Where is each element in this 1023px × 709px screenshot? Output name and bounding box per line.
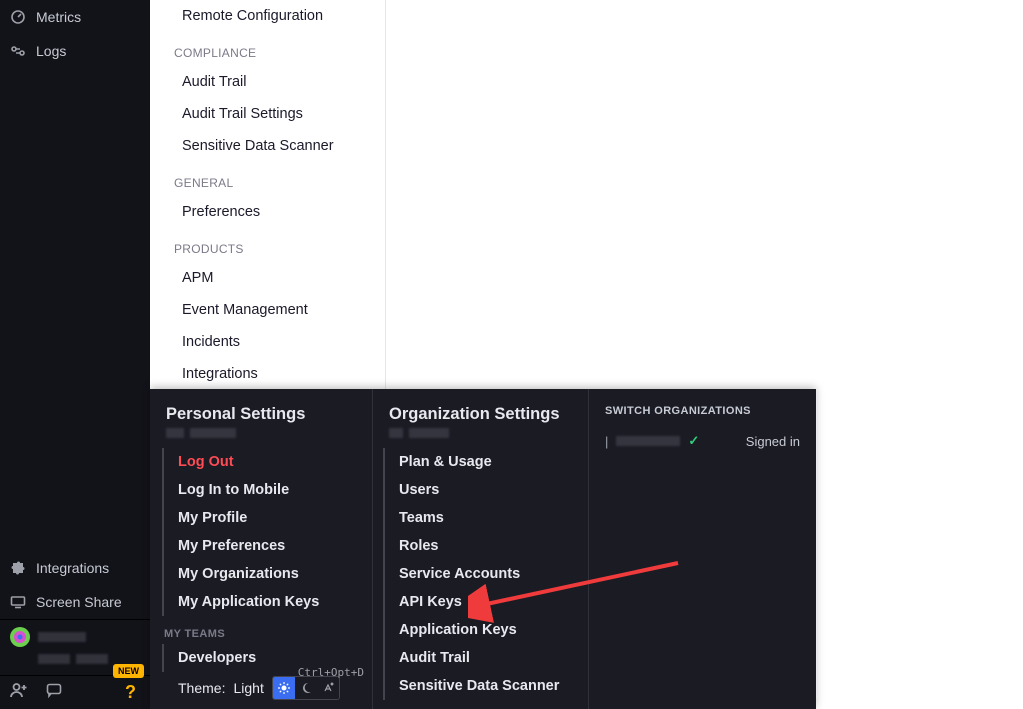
redacted-subtitle <box>373 428 588 448</box>
sidebar-item-screen-share[interactable]: Screen Share <box>0 585 150 619</box>
check-icon: ✓ <box>688 433 699 449</box>
sidebar-item-label: Metrics <box>36 9 81 25</box>
subnav-item[interactable]: Audit Trail <box>150 66 385 98</box>
menu-item-log-out[interactable]: Log Out <box>164 448 372 476</box>
user-settings-popup: Personal Settings Log Out Log In to Mobi… <box>150 389 816 709</box>
chat-icon[interactable] <box>46 682 62 703</box>
subnav-section-header: COMPLIANCE <box>150 32 385 66</box>
theme-auto-button[interactable] <box>317 677 339 699</box>
redacted-subtitle <box>150 428 372 448</box>
subnav-item[interactable]: Remote Configuration <box>150 0 385 32</box>
redacted-text <box>616 436 680 446</box>
screen-share-icon <box>10 594 26 610</box>
popup-org-title: Organization Settings <box>373 405 588 428</box>
menu-item-my-app-keys[interactable]: My Application Keys <box>164 588 372 616</box>
popup-personal-title: Personal Settings <box>150 405 372 428</box>
subnav-item[interactable]: Preferences <box>150 196 385 228</box>
menu-item-teams[interactable]: Teams <box>385 504 588 532</box>
org-row[interactable]: | ✓ Signed in <box>589 427 816 455</box>
menu-item-my-profile[interactable]: My Profile <box>164 504 372 532</box>
theme-light-button[interactable] <box>273 677 295 699</box>
menu-item-audit-trail[interactable]: Audit Trail <box>385 644 588 672</box>
menu-item-sensitive-data-scanner[interactable]: Sensitive Data Scanner <box>385 672 588 700</box>
redacted-text <box>38 632 86 642</box>
sidebar-item-label: Integrations <box>36 560 109 576</box>
theme-value: Light <box>233 680 263 696</box>
subnav-item[interactable]: APM <box>150 262 385 294</box>
subnav-section-header: GENERAL <box>150 162 385 196</box>
sidebar-item-integrations[interactable]: Integrations <box>0 551 150 585</box>
redacted-text <box>38 654 70 664</box>
popup-personal-column: Personal Settings Log Out Log In to Mobi… <box>150 389 372 709</box>
avatar <box>10 627 30 647</box>
theme-toggle <box>272 676 340 700</box>
popup-my-teams-label: MY TEAMS <box>150 616 372 644</box>
subnav-item[interactable]: Integrations <box>150 358 385 390</box>
theme-label: Theme: <box>178 680 225 696</box>
puzzle-icon <box>10 560 26 576</box>
footer-bar: ? NEW <box>0 675 150 709</box>
menu-item-service-accounts[interactable]: Service Accounts <box>385 560 588 588</box>
subnav-item[interactable]: Event Management <box>150 294 385 326</box>
menu-item-plan-usage[interactable]: Plan & Usage <box>385 448 588 476</box>
subnav-item[interactable]: Sensitive Data Scanner <box>150 130 385 162</box>
menu-item-my-orgs[interactable]: My Organizations <box>164 560 372 588</box>
metrics-icon <box>10 9 26 25</box>
switch-orgs-header: SWITCH ORGANIZATIONS <box>589 405 816 427</box>
redacted-text <box>76 654 108 664</box>
popup-org-column: Organization Settings Plan & Usage Users… <box>372 389 588 709</box>
keyboard-shortcut-hint: Ctrl+Opt+D <box>298 666 364 679</box>
sidebar-item-metrics[interactable]: Metrics <box>0 0 150 34</box>
add-user-icon[interactable] <box>10 681 28 704</box>
menu-item-my-preferences[interactable]: My Preferences <box>164 532 372 560</box>
signed-in-label: Signed in <box>746 434 800 449</box>
menu-item-api-keys[interactable]: API Keys <box>385 588 588 616</box>
divider <box>816 389 817 699</box>
menu-item-application-keys[interactable]: Application Keys <box>385 616 588 644</box>
sidebar-item-logs[interactable]: Logs <box>0 34 150 68</box>
main-sidebar: Metrics Logs Integrations Screen Share <box>0 0 150 709</box>
help-icon[interactable]: ? <box>125 682 136 703</box>
new-badge: NEW <box>113 664 144 678</box>
popup-switch-column: SWITCH ORGANIZATIONS | ✓ Signed in <box>588 389 816 709</box>
subnav-section-header: PRODUCTS <box>150 228 385 262</box>
subnav-item[interactable]: Incidents <box>150 326 385 358</box>
logs-icon <box>10 43 26 59</box>
sidebar-item-label: Logs <box>36 43 66 59</box>
menu-item-roles[interactable]: Roles <box>385 532 588 560</box>
theme-dark-button[interactable] <box>295 677 317 699</box>
menu-item-users[interactable]: Users <box>385 476 588 504</box>
menu-item-log-in-mobile[interactable]: Log In to Mobile <box>164 476 372 504</box>
sidebar-item-label: Screen Share <box>36 594 122 610</box>
subnav-item[interactable]: Audit Trail Settings <box>150 98 385 130</box>
